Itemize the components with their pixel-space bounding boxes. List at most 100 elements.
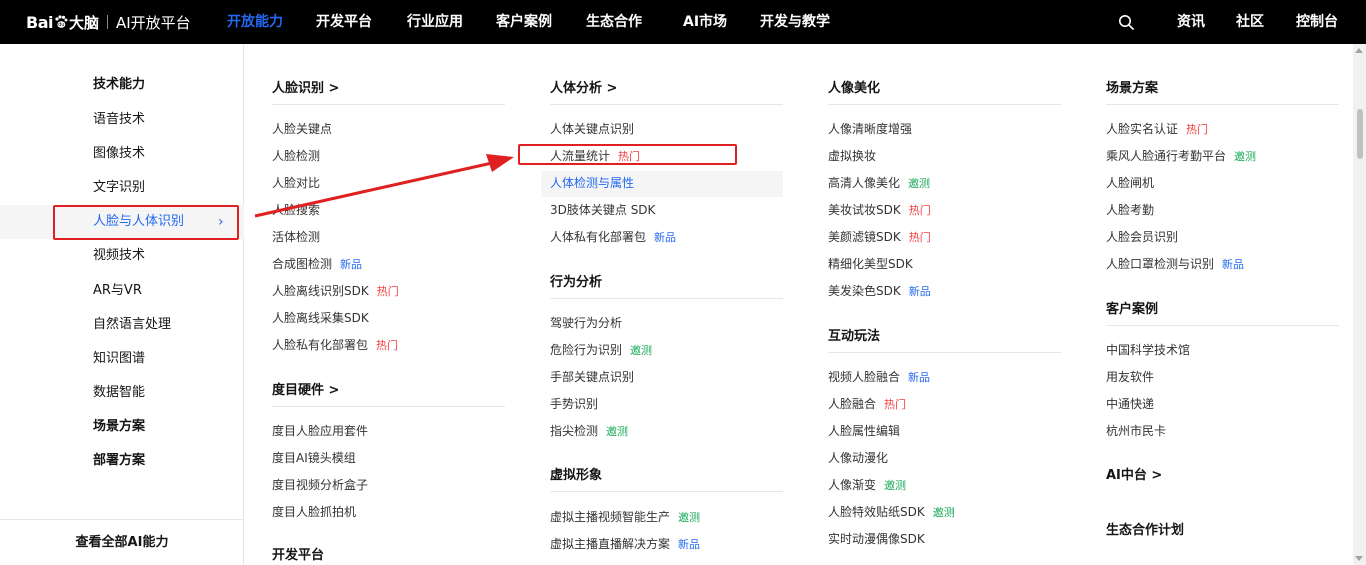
menu-link[interactable]: 视频人脸融合 新品 bbox=[828, 369, 930, 386]
menu-link[interactable]: 用友软件 bbox=[1106, 369, 1154, 385]
status-badge: 热门 bbox=[376, 339, 399, 352]
section-title-dev-platform[interactable]: 开发平台 bbox=[272, 544, 324, 563]
section-title-interactive-play[interactable]: 互动玩法 bbox=[828, 325, 880, 344]
status-badge: 邀测 bbox=[932, 506, 955, 519]
section-title-behavior-analysis[interactable]: 行为分析 bbox=[550, 271, 602, 290]
nav-customer-cases[interactable]: 客户案例 bbox=[496, 0, 552, 44]
menu-link[interactable]: 中国科学技术馆 bbox=[1106, 342, 1190, 358]
menu-link[interactable]: 乘风人脸通行考勤平台 邀测 bbox=[1106, 148, 1256, 165]
section-title-customer-cases[interactable]: 客户案例 bbox=[1106, 298, 1158, 317]
menu-link[interactable]: 人脸离线采集SDK bbox=[272, 310, 369, 326]
sidebar-item-image[interactable]: 图像技术 bbox=[0, 137, 244, 171]
menu-link-label: 虚拟主播直播解决方案 bbox=[550, 537, 671, 551]
menu-link-label: 实时动漫偶像SDK bbox=[828, 532, 925, 546]
menu-link[interactable]: 人脸私有化部署包 热门 bbox=[272, 337, 398, 354]
menu-link[interactable]: 度目视频分析盒子 bbox=[272, 477, 368, 493]
sidebar-heading-scenes[interactable]: 场景方案 bbox=[0, 410, 244, 444]
section-title-body-analysis[interactable]: 人体分析 > bbox=[550, 77, 617, 96]
menu-link[interactable]: 人体关键点识别 bbox=[550, 121, 634, 137]
sidebar-item-video[interactable]: 视频技术 bbox=[0, 239, 244, 273]
menu-link[interactable]: 美颜滤镜SDK 热门 bbox=[828, 229, 931, 246]
menu-link[interactable]: 人脸考勤 bbox=[1106, 202, 1154, 218]
nav-dev-teaching[interactable]: 开发与教学 bbox=[760, 0, 830, 44]
section-title-face-recognition[interactable]: 人脸识别 > bbox=[272, 77, 339, 96]
menu-link[interactable]: 人脸对比 bbox=[272, 175, 320, 191]
scrollbar-thumb[interactable] bbox=[1357, 109, 1363, 159]
menu-link[interactable]: 人脸特效贴纸SDK 邀测 bbox=[828, 504, 955, 521]
sidebar-item-ocr[interactable]: 文字识别 bbox=[0, 171, 244, 205]
menu-link[interactable]: 手势识别 bbox=[550, 396, 598, 412]
nav-news[interactable]: 资讯 bbox=[1177, 0, 1205, 44]
menu-link-label: 杭州市民卡 bbox=[1106, 424, 1167, 438]
menu-link[interactable]: 危险行为识别 邀测 bbox=[550, 342, 652, 359]
sidebar-item-nlp[interactable]: 自然语言处理 bbox=[0, 308, 244, 342]
menu-link[interactable]: 人脸闸机 bbox=[1106, 175, 1154, 191]
sidebar-item-face-body[interactable]: 人脸与人体识别 › bbox=[0, 205, 244, 239]
menu-link[interactable]: 人流量统计 热门 bbox=[550, 148, 640, 165]
menu-link[interactable]: 人脸实名认证 热门 bbox=[1106, 121, 1208, 138]
menu-link[interactable]: 活体检测 bbox=[272, 229, 320, 245]
scroll-up-arrow-icon[interactable] bbox=[1355, 48, 1363, 53]
section-title-portrait-beauty[interactable]: 人像美化 bbox=[828, 77, 880, 96]
capability-sidebar: 技术能力 语音技术 图像技术 文字识别 人脸与人体识别 › 视频技术 AR与VR… bbox=[0, 44, 244, 565]
menu-link[interactable]: 度目AI镜头模组 bbox=[272, 450, 356, 466]
menu-link[interactable]: 人脸融合 热门 bbox=[828, 396, 906, 413]
menu-link[interactable]: 高清人像美化 邀测 bbox=[828, 175, 930, 192]
section-title-eco-partnership[interactable]: 生态合作计划 bbox=[1106, 519, 1184, 538]
scroll-down-arrow-icon[interactable] bbox=[1355, 556, 1363, 561]
nav-ai-market[interactable]: AI市场 bbox=[683, 0, 727, 44]
menu-link[interactable]: 人像清晰度增强 bbox=[828, 121, 912, 137]
mega-menu-panel: 技术能力 语音技术 图像技术 文字识别 人脸与人体识别 › 视频技术 AR与VR… bbox=[0, 44, 1353, 565]
menu-link[interactable]: 虚拟主播直播解决方案 新品 bbox=[550, 536, 700, 553]
search-icon[interactable] bbox=[1118, 14, 1134, 30]
status-badge: 新品 bbox=[340, 258, 363, 271]
menu-link-label: 用友软件 bbox=[1106, 370, 1155, 384]
menu-link[interactable]: 人脸检测 bbox=[272, 148, 320, 164]
menu-link[interactable]: 3D肢体关键点 SDK bbox=[550, 202, 655, 218]
menu-link[interactable]: 虚拟换妆 bbox=[828, 148, 876, 164]
menu-link[interactable]: 手部关键点识别 bbox=[550, 369, 634, 385]
sidebar-item-knowledge-graph[interactable]: 知识图谱 bbox=[0, 342, 244, 376]
nav-community[interactable]: 社区 bbox=[1236, 0, 1264, 44]
menu-link[interactable]: 度目人脸抓拍机 bbox=[272, 504, 356, 520]
menu-link[interactable]: 合成图检测 新品 bbox=[272, 256, 362, 273]
menu-link[interactable]: 精细化美型SDK bbox=[828, 256, 913, 272]
nav-ecosystem[interactable]: 生态合作 bbox=[586, 0, 642, 44]
menu-link[interactable]: 人脸会员识别 bbox=[1106, 229, 1178, 245]
menu-link[interactable]: 人体检测与属性 bbox=[550, 175, 634, 191]
view-all-ai-button[interactable]: 查看全部AI能力 bbox=[0, 520, 244, 565]
nav-industry-apps[interactable]: 行业应用 bbox=[407, 0, 463, 44]
sidebar-item-data-intel[interactable]: 数据智能 bbox=[0, 376, 244, 410]
menu-link[interactable]: 指尖检测 邀测 bbox=[550, 423, 628, 440]
menu-link[interactable]: 度目人脸应用套件 bbox=[272, 423, 368, 439]
menu-link[interactable]: 实时动漫偶像SDK bbox=[828, 531, 925, 547]
nav-open-capabilities[interactable]: 开放能力 bbox=[227, 0, 283, 44]
section-title-virtual-avatar[interactable]: 虚拟形象 bbox=[550, 464, 602, 483]
baidu-ai-logo[interactable]: Bai du 大脑 AI开放平台 bbox=[26, 11, 191, 33]
menu-link[interactable]: 虚拟主播视频智能生产 邀测 bbox=[550, 509, 700, 526]
menu-link[interactable]: 美发染色SDK 新品 bbox=[828, 283, 931, 300]
menu-link[interactable]: 中通快递 bbox=[1106, 396, 1154, 412]
section-title-dumu-hardware[interactable]: 度目硬件 > bbox=[272, 379, 339, 398]
menu-link[interactable]: 人脸关键点 bbox=[272, 121, 332, 137]
nav-dev-platform[interactable]: 开发平台 bbox=[316, 0, 372, 44]
sidebar-item-ar-vr[interactable]: AR与VR bbox=[0, 274, 244, 308]
menu-link-label: 人脸会员识别 bbox=[1106, 230, 1179, 244]
menu-link[interactable]: 人像动漫化 bbox=[828, 450, 888, 466]
section-title-ai-platform[interactable]: AI中台 > bbox=[1106, 464, 1162, 483]
menu-link[interactable]: 人脸搜索 bbox=[272, 202, 320, 218]
menu-link-label: 人脸离线识别SDK bbox=[272, 284, 369, 298]
menu-link-label: 美颜滤镜SDK bbox=[828, 230, 901, 244]
nav-console[interactable]: 控制台 bbox=[1296, 0, 1338, 44]
sidebar-heading-deploy[interactable]: 部署方案 bbox=[0, 444, 244, 478]
menu-link[interactable]: 人脸口罩检测与识别 新品 bbox=[1106, 256, 1244, 273]
menu-link[interactable]: 人像渐变 邀测 bbox=[828, 477, 906, 494]
menu-link[interactable]: 杭州市民卡 bbox=[1106, 423, 1166, 439]
sidebar-item-speech[interactable]: 语音技术 bbox=[0, 103, 244, 137]
section-title-scene-solutions[interactable]: 场景方案 bbox=[1106, 77, 1158, 96]
menu-link[interactable]: 美妆试妆SDK 热门 bbox=[828, 202, 931, 219]
menu-link[interactable]: 人体私有化部署包 新品 bbox=[550, 229, 676, 246]
menu-link[interactable]: 驾驶行为分析 bbox=[550, 315, 622, 331]
menu-link[interactable]: 人脸属性编辑 bbox=[828, 423, 900, 439]
menu-link[interactable]: 人脸离线识别SDK 热门 bbox=[272, 283, 399, 300]
